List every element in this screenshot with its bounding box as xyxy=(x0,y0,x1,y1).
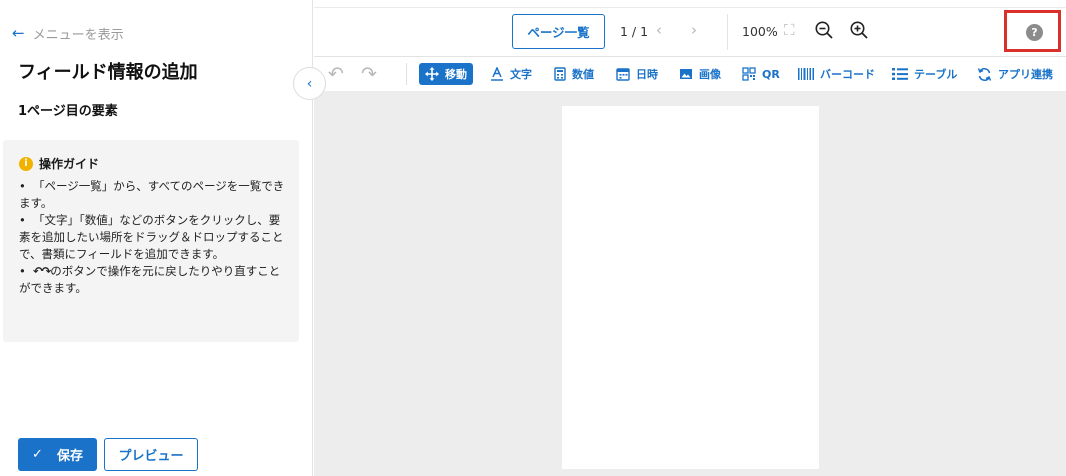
chevron-left-icon: ‹ xyxy=(306,75,313,92)
page-indicator: 1 / 1 xyxy=(620,24,649,39)
divider xyxy=(406,63,407,85)
guide-item: • ↶↷のボタンで操作を元に戻したりやり直すことができます。 xyxy=(19,264,281,295)
zoom-level: 100% xyxy=(742,24,778,39)
barcode-icon xyxy=(798,68,814,80)
tool-image[interactable]: 画像 xyxy=(673,63,727,85)
guide-item: • 「文字」「数値」などのボタンをクリックし、要素を追加したい場所をドラッグ＆ドロ… xyxy=(19,213,284,261)
tool-move[interactable]: 移動 xyxy=(419,63,473,85)
tool-app-integration[interactable]: アプリ連携 xyxy=(971,63,1059,85)
zoom-out-icon[interactable] xyxy=(814,20,834,40)
panel-title: フィールド情報の追加 xyxy=(18,62,198,83)
undo-icon[interactable]: ↶ xyxy=(328,63,344,85)
app-root: ← メニューを表示 フィールド情報の追加 1ページ目の要素 i 操作ガイド • 「… xyxy=(0,0,1066,476)
arrow-left-icon: ← xyxy=(12,24,25,42)
left-panel: ← メニューを表示 フィールド情報の追加 1ページ目の要素 i 操作ガイド • 「… xyxy=(0,0,313,476)
list-icon xyxy=(892,68,908,80)
guide-heading-label: 操作ガイド xyxy=(39,157,100,171)
document-page[interactable] xyxy=(562,106,819,469)
calendar-icon xyxy=(616,68,630,81)
guide-list: • 「ページ一覧」から、すべてのページを一覧できます。 • 「文字」「数値」などのボ… xyxy=(19,178,285,297)
qr-icon xyxy=(742,67,756,81)
show-menu-link[interactable]: ← メニューを表示 xyxy=(12,24,124,44)
zoom-in-icon[interactable] xyxy=(849,20,869,40)
save-label: 保存 xyxy=(56,449,83,464)
check-icon: ✓ xyxy=(32,447,43,462)
sync-icon xyxy=(977,67,992,81)
preview-button[interactable]: プレビュー xyxy=(104,438,198,471)
document-canvas xyxy=(314,91,1066,476)
prev-page-icon[interactable]: ‹ xyxy=(656,21,662,39)
field-toolbar: ↶ ↷ 移動 文字 数値 日時 画像 QR バーコード テーブル アプリ連携 xyxy=(314,57,1066,91)
collapse-panel-button[interactable]: ‹ xyxy=(293,67,326,100)
tool-table[interactable]: テーブル xyxy=(886,63,963,85)
panel-subtitle: 1ページ目の要素 xyxy=(18,104,118,119)
tool-text[interactable]: 文字 xyxy=(484,63,538,85)
show-menu-label: メニューを表示 xyxy=(32,28,124,43)
help-icon[interactable]: ? xyxy=(1026,24,1043,41)
save-button[interactable]: ✓ 保存 xyxy=(18,438,97,471)
tool-qr[interactable]: QR xyxy=(736,63,786,85)
next-page-icon[interactable]: › xyxy=(691,21,697,39)
image-icon xyxy=(680,69,692,79)
guide-heading: i 操作ガイド xyxy=(19,155,285,172)
redo-icon[interactable]: ↷ xyxy=(361,63,377,85)
operation-guide: i 操作ガイド • 「ページ一覧」から、すべてのページを一覧できます。 • 「文字」… xyxy=(3,140,299,342)
fit-screen-icon[interactable]: ⛶ xyxy=(784,21,795,39)
info-icon: i xyxy=(19,156,33,171)
divider xyxy=(727,14,728,50)
tool-barcode[interactable]: バーコード xyxy=(792,63,881,85)
page-list-button[interactable]: ページ一覧 xyxy=(512,14,605,49)
tool-number[interactable]: 数値 xyxy=(548,63,600,85)
top-bar: ページ一覧 1 / 1 ‹ › 100% ⛶ ? xyxy=(314,7,1066,57)
calculator-icon xyxy=(554,67,566,81)
tool-datetime[interactable]: 日時 xyxy=(610,63,664,85)
guide-item: • 「ページ一覧」から、すべてのページを一覧できます。 xyxy=(19,179,285,210)
text-icon xyxy=(491,67,503,81)
move-icon xyxy=(425,67,439,81)
undo-redo-icon: ↶↷ xyxy=(33,264,51,278)
